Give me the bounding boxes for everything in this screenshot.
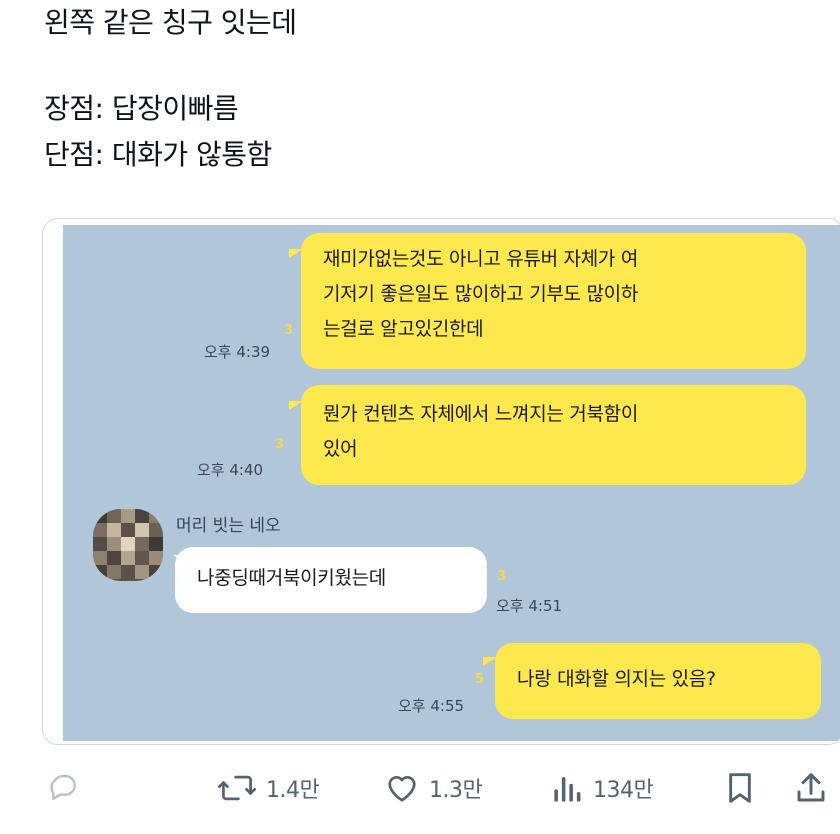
message-line: 는걸로 알고있긴한데: [323, 318, 484, 340]
like-button[interactable]: 1.3만: [385, 768, 483, 808]
message-line: 뭔가 컨텐츠 자체에서 느껴지는 거북함이: [323, 403, 639, 425]
message-time: 오후 4:51: [496, 597, 563, 615]
unread-count: 3: [275, 437, 285, 452]
like-count: 1.3만: [429, 778, 483, 803]
message-time: 오후 4:55: [398, 697, 465, 715]
media-image[interactable]: 재미가없는것도 아니고 유튜버 자체가 여 기저기 좋은일도 많이하고 기부도 …: [42, 218, 840, 745]
post-line-2: 장점: 답장이빠름: [44, 92, 239, 125]
views-count: 134만: [593, 778, 654, 803]
retweet-button[interactable]: 1.4만: [218, 768, 320, 808]
message-line: 나랑 대화할 의지는 있음?: [517, 668, 716, 690]
retweet-count: 1.4만: [266, 778, 320, 803]
heart-icon: [385, 773, 419, 803]
sender-name: 머리 빗는 네오: [176, 516, 281, 536]
unread-count: 3: [497, 569, 507, 584]
message-line: 있어: [323, 438, 358, 460]
unread-count: 5: [475, 672, 485, 687]
post-line-1: 왼쪽 같은 칭구 잇는데: [44, 6, 297, 39]
post-text: 왼쪽 같은 칭구 잇는데 장점: 답장이빠름 단점: 대화가 않통함: [44, 0, 824, 178]
chat-bubble-sent: 나랑 대화할 의지는 있음?: [495, 643, 821, 719]
bubble-tail: [289, 249, 303, 258]
chat-screenshot: 재미가없는것도 아니고 유튜버 자체가 여 기저기 좋은일도 많이하고 기부도 …: [63, 225, 840, 741]
bubble-tail: [483, 657, 497, 666]
message-line: 나중딩때거북이키웠는데: [197, 567, 386, 589]
bar-chart-icon: [553, 773, 583, 803]
share-button[interactable]: [796, 768, 826, 808]
post-line-3: 단점: 대화가 않통함: [44, 138, 272, 171]
reply-button[interactable]: [48, 768, 80, 808]
chat-bubble-sent: 재미가없는것도 아니고 유튜버 자체가 여 기저기 좋은일도 많이하고 기부도 …: [301, 233, 806, 369]
chat-bubble-sent: 뭔가 컨텐츠 자체에서 느껴지는 거북함이 있어: [301, 385, 806, 485]
speech-bubble-icon: [48, 772, 80, 804]
action-bar: 1.4만 1.3만 134만: [0, 758, 840, 818]
unread-count: 3: [284, 323, 294, 338]
bubble-tail: [173, 555, 187, 564]
message-line: 재미가없는것도 아니고 유튜버 자체가 여: [323, 248, 639, 270]
retweet-icon: [218, 773, 256, 803]
chat-bubble-received: 나중딩때거북이키웠는데: [175, 547, 487, 613]
bubble-tail: [289, 401, 303, 410]
message-time: 오후 4:40: [197, 461, 264, 479]
avatar[interactable]: [93, 509, 163, 581]
bookmark-icon: [726, 772, 754, 804]
bookmark-button[interactable]: [726, 768, 754, 808]
message-time: 오후 4:39: [204, 343, 271, 361]
message-line: 기저기 좋은일도 많이하고 기부도 많이하: [323, 283, 639, 305]
views-button[interactable]: 134만: [553, 768, 654, 808]
share-icon: [796, 772, 826, 804]
